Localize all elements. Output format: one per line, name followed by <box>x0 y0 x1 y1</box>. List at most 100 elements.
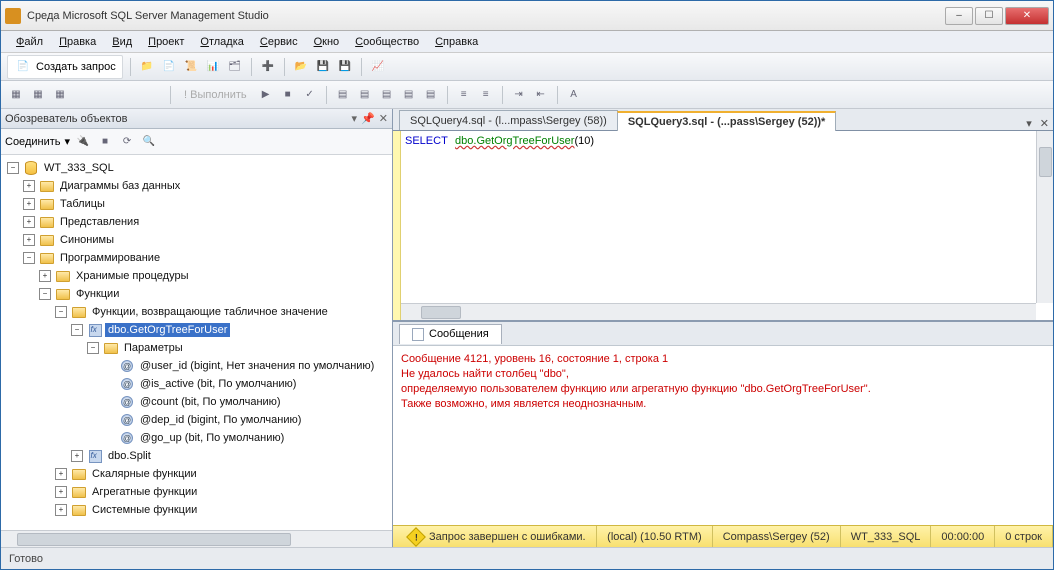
execute-button[interactable]: ! Выполнить <box>178 87 253 103</box>
tree-fn-getorgtree[interactable]: −dbo.GetOrgTreeForUser <box>3 321 390 339</box>
menu-роект[interactable]: Проект <box>141 34 191 50</box>
object-explorer-title: Обозреватель объектов <box>5 113 127 125</box>
save-all-icon[interactable]: 💾 <box>336 58 354 76</box>
activity-icon[interactable]: 📈 <box>369 58 387 76</box>
add-icon[interactable]: ➕ <box>259 58 277 76</box>
maximize-button[interactable]: ☐ <box>975 7 1003 25</box>
disconnect-icon[interactable]: ■ <box>96 133 114 151</box>
analysis-icon[interactable]: 🗂 <box>226 58 244 76</box>
messages-tab-icon <box>412 328 424 341</box>
menu-айл[interactable]: Файл <box>9 34 50 50</box>
object-tree[interactable]: −WT_333_SQL+Диаграммы баз данных+Таблицы… <box>1 155 392 530</box>
tab-close-icon[interactable]: ✕ <box>1036 117 1053 130</box>
tree-param-3[interactable]: @@dep_id (bigint, По умолчанию) <box>3 411 390 429</box>
messages-tab-label: Сообщения <box>429 328 489 340</box>
refresh-icon[interactable]: ⟳ <box>118 133 136 151</box>
sql-function-ref: dbo.GetOrgTreeForUser <box>455 135 574 147</box>
toolbar-main: 📄 Создать запрос 📁 📄 📜 📊 🗂 ➕ 📂 💾 💾 📈 <box>1 53 1053 81</box>
status-message: Запрос завершен с ошибками. <box>429 531 586 543</box>
new-query-icon: 📄 <box>14 58 32 76</box>
sql-editor[interactable]: SELECT dbo.GetOrgTreeForUser(10) <box>393 131 1053 321</box>
tab-sqlquery3[interactable]: SQLQuery3.sql - (...pass\Sergey (52))* <box>617 111 836 131</box>
toolbar-query: ▦ ▦ ▦ ! Выполнить ▶ ■ ✓ ▤ ▤ ▤ ▤ ▤ ≡ ≡ ⇥ … <box>1 81 1053 109</box>
tree-hscroll[interactable] <box>1 530 392 547</box>
tab-dropdown-icon[interactable]: ▾ <box>1022 117 1036 130</box>
tree-synonyms[interactable]: +Синонимы <box>3 231 390 249</box>
app-icon <box>5 8 21 24</box>
status-time: 00:00:00 <box>931 526 995 547</box>
messages-tab[interactable]: Сообщения <box>399 324 502 344</box>
new-query-button[interactable]: 📄 Создать запрос <box>7 55 123 79</box>
tree-system-fn[interactable]: +Системные функции <box>3 501 390 519</box>
tree-functions[interactable]: −Функции <box>3 285 390 303</box>
tree-aggregate-fn[interactable]: +Агрегатные функции <box>3 483 390 501</box>
tree-tables[interactable]: +Таблицы <box>3 195 390 213</box>
connect-label[interactable]: Соединить <box>5 136 61 148</box>
query-status-bar: !Запрос завершен с ошибками. (local) (10… <box>393 525 1053 547</box>
warning-icon: ! <box>406 527 426 547</box>
tree-views[interactable]: +Представления <box>3 213 390 231</box>
font-icon[interactable]: A <box>565 86 583 104</box>
pane-close-icon[interactable]: ✕ <box>379 112 388 125</box>
db-combo-icon[interactable]: ▦ <box>7 86 25 104</box>
filter-icon[interactable]: 🔍 <box>140 133 158 151</box>
close-button[interactable]: ✕ <box>1005 7 1049 25</box>
new-query-label: Создать запрос <box>36 61 116 73</box>
menu-правка[interactable]: Справка <box>428 34 485 50</box>
tree-param-2[interactable]: @@count (bit, По умолчанию) <box>3 393 390 411</box>
sql-keyword: SELECT <box>405 135 448 147</box>
menu-кно[interactable]: Окно <box>307 34 347 50</box>
connect-icon[interactable]: 🔌 <box>74 133 92 151</box>
dropdown-icon[interactable]: ▾ <box>352 112 358 125</box>
minimize-button[interactable]: – <box>945 7 973 25</box>
tree-programmability[interactable]: −Программирование <box>3 249 390 267</box>
connect-dropdown-icon[interactable]: ▾ <box>65 135 71 148</box>
db-icon-2[interactable]: ▦ <box>29 86 47 104</box>
tree-param-4[interactable]: @@go_up (bit, По умолчанию) <box>3 429 390 447</box>
plan-icon[interactable]: ▤ <box>334 86 352 104</box>
results-file-icon[interactable]: ▤ <box>422 86 440 104</box>
tree-stored-procs[interactable]: +Хранимые процедуры <box>3 267 390 285</box>
script-icon[interactable]: 📜 <box>182 58 200 76</box>
sql-arg: (10) <box>574 135 594 147</box>
debug-icon[interactable]: ▶ <box>257 86 275 104</box>
messages-body[interactable]: Сообщение 4121, уровень 16, состояние 1,… <box>393 346 1053 525</box>
menu-ервис[interactable]: Сервис <box>253 34 305 50</box>
open-icon[interactable]: 📁 <box>138 58 156 76</box>
menu-ид[interactable]: Вид <box>105 34 139 50</box>
tree-params-folder[interactable]: −Параметры <box>3 339 390 357</box>
tree-root[interactable]: −WT_333_SQL <box>3 159 390 177</box>
new-file-icon[interactable]: 📄 <box>160 58 178 76</box>
results-icon[interactable]: ▤ <box>378 86 396 104</box>
parse-icon[interactable]: ✓ <box>301 86 319 104</box>
indent-icon[interactable]: ⇥ <box>510 86 528 104</box>
query-icon[interactable]: 📊 <box>204 58 222 76</box>
outdent-icon[interactable]: ⇤ <box>532 86 550 104</box>
uncomment-icon[interactable]: ≡ <box>477 86 495 104</box>
tree-table-valued[interactable]: −Функции, возвращающие табличное значени… <box>3 303 390 321</box>
db-icon-3[interactable]: ▦ <box>51 86 69 104</box>
editor-hscroll[interactable] <box>401 303 1036 320</box>
tree-scalar-fn[interactable]: +Скалярные функции <box>3 465 390 483</box>
window-title: Среда Microsoft SQL Server Management St… <box>27 10 945 22</box>
editor-vscroll[interactable] <box>1036 131 1053 303</box>
stop-icon[interactable]: ■ <box>279 86 297 104</box>
comment-icon[interactable]: ≡ <box>455 86 473 104</box>
folder-open-icon[interactable]: 📂 <box>292 58 310 76</box>
menu-тладка[interactable]: Отладка <box>193 34 251 50</box>
include-plan-icon[interactable]: ▤ <box>356 86 374 104</box>
tree-param-0[interactable]: @@user_id (bigint, Нет значения по умолч… <box>3 357 390 375</box>
status-rows: 0 строк <box>995 526 1053 547</box>
tree-fn-split[interactable]: +dbo.Split <box>3 447 390 465</box>
tree-diagrams[interactable]: +Диаграммы баз данных <box>3 177 390 195</box>
menu-равка[interactable]: Правка <box>52 34 103 50</box>
status-user: Compass\Sergey (52) <box>713 526 841 547</box>
status-server: (local) (10.50 RTM) <box>597 526 713 547</box>
results-text-icon[interactable]: ▤ <box>400 86 418 104</box>
menu-ообщество[interactable]: Сообщество <box>348 34 426 50</box>
tab-sqlquery4[interactable]: SQLQuery4.sql - (l...mpass\Sergey (58)) <box>399 110 618 130</box>
save-icon[interactable]: 💾 <box>314 58 332 76</box>
pin-icon[interactable]: 📌 <box>361 112 375 125</box>
tree-param-1[interactable]: @@is_active (bit, По умолчанию) <box>3 375 390 393</box>
menubar: ФайлПравкаВидПроектОтладкаСервисОкноСооб… <box>1 31 1053 53</box>
